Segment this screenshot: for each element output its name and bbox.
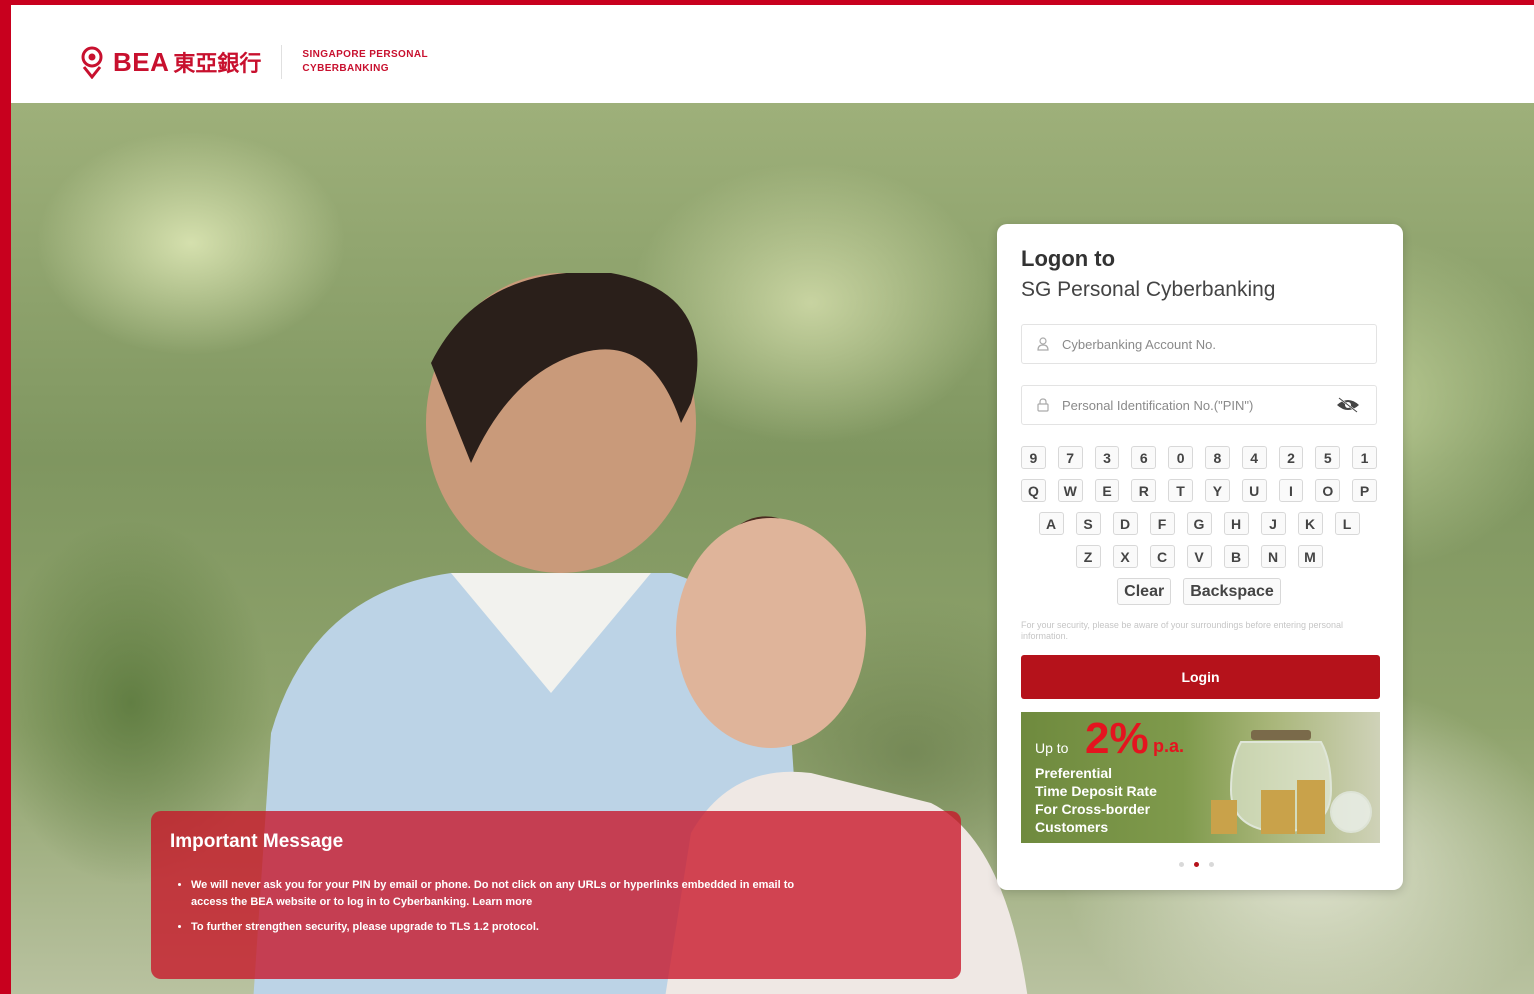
key-digit[interactable]: 8	[1204, 446, 1230, 469]
account-number-input[interactable]	[1062, 336, 1376, 352]
key-letter[interactable]: P	[1352, 479, 1377, 502]
bea-logo[interactable]: BEA 東亞銀行 SINGAPORE PERSONAL CYBERBANKING	[79, 45, 428, 79]
keypad-letter-row-1: Q W E R T Y U I O P	[1021, 479, 1377, 502]
carousel-dot[interactable]	[1179, 862, 1184, 867]
key-letter[interactable]: D	[1112, 512, 1138, 535]
login-button[interactable]: Login	[1021, 655, 1380, 699]
promo-line-1: Preferential	[1035, 765, 1113, 781]
key-digit[interactable]: 9	[1021, 446, 1046, 469]
clear-button[interactable]: Clear	[1117, 578, 1172, 605]
keypad-letter-row-3: Z X C V B N M	[1021, 545, 1377, 568]
key-letter[interactable]: K	[1297, 512, 1323, 535]
learn-more-link[interactable]: Learn more	[472, 896, 532, 908]
brand-name-chinese: 東亞銀行	[173, 51, 262, 76]
account-number-field[interactable]	[1021, 324, 1377, 364]
keypad-digit-row: 9 7 3 6 0 8 4 2 5 1	[1021, 446, 1377, 469]
key-letter[interactable]: E	[1094, 479, 1120, 502]
key-letter[interactable]: J	[1260, 512, 1286, 535]
promo-carousel-dots	[1179, 862, 1214, 867]
lock-icon	[1036, 398, 1050, 412]
login-subtitle: SG Personal Cyberbanking	[1021, 278, 1276, 301]
carousel-dot-active[interactable]	[1194, 862, 1199, 867]
promo-banner[interactable]: Up to 2% p.a. Preferential Time Deposit …	[1021, 712, 1380, 843]
key-digit[interactable]: 6	[1131, 446, 1157, 469]
key-letter[interactable]: B	[1223, 545, 1249, 568]
key-letter[interactable]: Z	[1075, 545, 1101, 568]
key-digit[interactable]: 1	[1352, 446, 1377, 469]
key-letter[interactable]: L	[1334, 512, 1360, 535]
key-digit[interactable]: 7	[1057, 446, 1083, 469]
security-note: For your security, please be aware of yo…	[1021, 620, 1344, 641]
key-letter[interactable]: O	[1315, 479, 1341, 502]
keypad-letter-row-2: A S D F G H J K L	[1021, 512, 1377, 535]
promo-up-to: Up to	[1035, 740, 1069, 756]
key-letter[interactable]: N	[1260, 545, 1286, 568]
key-letter[interactable]: Q	[1021, 479, 1046, 502]
brand-subtitle: SINGAPORE PERSONAL CYBERBANKING	[302, 48, 428, 76]
promo-text: Preferential Time Deposit Rate For Cross…	[1035, 764, 1157, 836]
promo-line-3: For Cross-border	[1035, 801, 1151, 817]
key-letter[interactable]: Y	[1204, 479, 1230, 502]
pin-field[interactable]	[1021, 385, 1377, 425]
promo-line-4: Customers	[1035, 819, 1109, 835]
logo-divider	[281, 45, 283, 79]
login-title: Logon to	[1021, 246, 1116, 271]
left-frame-border	[0, 0, 11, 994]
eye-slash-icon[interactable]	[1334, 395, 1362, 415]
bea-logo-icon	[81, 46, 103, 79]
key-letter[interactable]: V	[1186, 545, 1212, 568]
brand-subtitle-line1: SINGAPORE PERSONAL	[302, 49, 428, 60]
important-message-panel: Important Message We will never ask you …	[151, 811, 961, 979]
key-letter[interactable]: F	[1149, 512, 1175, 535]
important-item-2-text: To further strengthen security, please u…	[191, 921, 539, 933]
keypad-action-row: Clear Backspace	[1021, 578, 1377, 605]
important-message-title: Important Message	[170, 831, 344, 852]
backspace-button[interactable]: Backspace	[1183, 578, 1281, 605]
coin-jar-illustration	[1211, 730, 1372, 834]
key-letter[interactable]: U	[1241, 479, 1267, 502]
key-digit[interactable]: 0	[1168, 446, 1193, 469]
key-letter[interactable]: X	[1112, 545, 1138, 568]
promo-line-2: Time Deposit Rate	[1035, 783, 1157, 799]
carousel-dot[interactable]	[1209, 862, 1214, 867]
key-letter[interactable]: I	[1278, 479, 1304, 502]
user-icon	[1036, 337, 1050, 351]
key-letter[interactable]: M	[1297, 545, 1323, 568]
important-message-list: We will never ask you for your PIN by em…	[175, 877, 831, 944]
key-letter[interactable]: S	[1075, 512, 1101, 535]
brand-subtitle-line2: CYBERBANKING	[302, 63, 389, 74]
key-letter[interactable]: R	[1131, 479, 1157, 502]
key-letter[interactable]: C	[1149, 545, 1175, 568]
key-digit[interactable]: 5	[1315, 446, 1341, 469]
key-letter[interactable]: T	[1168, 479, 1193, 502]
key-digit[interactable]: 2	[1278, 446, 1304, 469]
promo-rate: 2%	[1085, 714, 1149, 763]
key-digit[interactable]: 4	[1241, 446, 1267, 469]
virtual-keypad: 9 7 3 6 0 8 4 2 5 1 Q W E R T Y U I O P …	[1021, 446, 1377, 615]
key-letter[interactable]: W	[1057, 479, 1083, 502]
brand-name: BEA	[113, 46, 170, 77]
pin-input[interactable]	[1062, 397, 1334, 413]
login-card: Logon to SG Personal Cyberbanking 9 7 3 …	[997, 224, 1403, 890]
key-letter[interactable]: G	[1186, 512, 1212, 535]
important-message-item: We will never ask you for your PIN by em…	[191, 877, 831, 911]
promo-pa: p.a.	[1153, 736, 1185, 756]
key-digit[interactable]: 3	[1094, 446, 1120, 469]
important-message-item: To further strengthen security, please u…	[191, 919, 831, 936]
key-letter[interactable]: A	[1038, 512, 1064, 535]
site-header: BEA 東亞銀行 SINGAPORE PERSONAL CYBERBANKING	[11, 5, 1534, 104]
key-letter[interactable]: H	[1223, 512, 1249, 535]
